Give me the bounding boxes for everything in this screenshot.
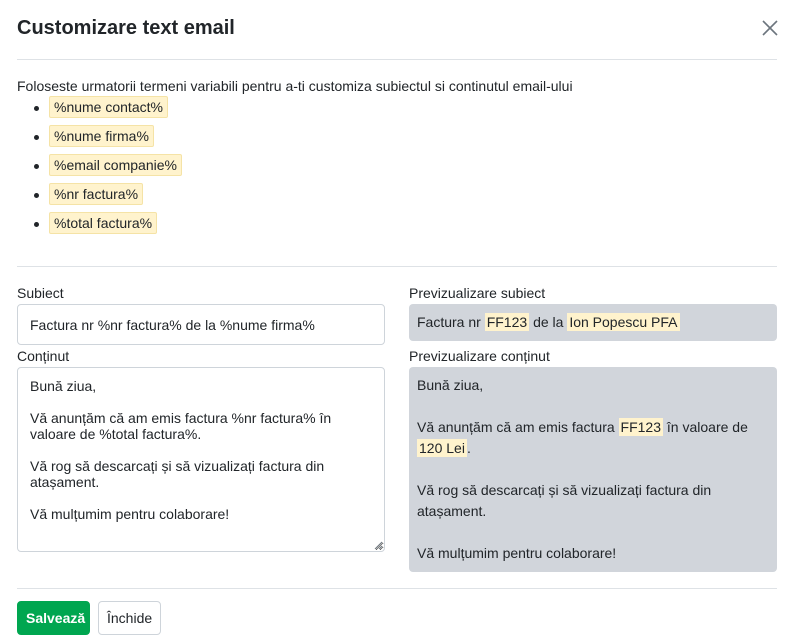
preview-greeting: Bună ziua, — [417, 377, 484, 393]
variable-tag: %total factura% — [49, 212, 158, 234]
variable-item: %nr factura% — [17, 183, 182, 212]
variables-list: %nume contact% %nume firma% %email compa… — [17, 96, 182, 241]
subject-label: Subiect — [17, 285, 64, 301]
subject-preview: Factura nr FF123 de la Ion Popescu PFA — [409, 304, 777, 341]
save-button[interactable]: Salvează — [17, 601, 90, 635]
variable-tag: %nr factura% — [49, 183, 144, 205]
preview-line1-suffix: în valoare de — [666, 419, 748, 435]
content-preview: Bună ziua, Vă anunțăm că am emis factura… — [409, 367, 777, 572]
content-preview-label: Previzualizare conținut — [409, 348, 550, 364]
close-button[interactable]: Închide — [98, 601, 161, 635]
subject-preview-firma: Ion Popescu PFA — [567, 313, 680, 331]
variable-item: %email companie% — [17, 154, 182, 183]
variable-tag: %email companie% — [49, 154, 182, 176]
preview-line-4: atașament. — [417, 503, 487, 519]
section-divider — [17, 266, 777, 267]
preview-total: 120 Lei — [417, 439, 467, 457]
resize-handle-icon[interactable] — [374, 541, 383, 550]
variables-intro: Foloseste urmatorii termeni variabili pe… — [17, 78, 573, 94]
preview-line-2: 120 Lei. — [417, 438, 769, 459]
header-divider — [17, 59, 777, 60]
preview-line2-suffix: . — [466, 440, 471, 456]
variable-tag: %nume contact% — [49, 96, 168, 118]
preview-line-1: Vă anunțăm că am emis factura FF123 în v… — [417, 417, 769, 438]
preview-line1-prefix: Vă anunțăm că am emis factura — [417, 419, 615, 435]
subject-preview-prefix: Factura nr — [417, 314, 481, 330]
variable-item: %nume contact% — [17, 96, 182, 125]
preview-line-5: Vă mulțumim pentru colaborare! — [417, 545, 617, 561]
subject-preview-mid: de la — [533, 314, 564, 330]
subject-input[interactable]: Factura nr %nr factura% de la %nume firm… — [17, 304, 385, 345]
close-icon[interactable] — [760, 18, 780, 38]
content-label: Conținut — [17, 348, 70, 364]
subject-preview-nr: FF123 — [484, 313, 530, 331]
variable-item: %nume firma% — [17, 125, 182, 154]
preview-nr: FF123 — [618, 418, 664, 436]
footer-divider — [17, 588, 777, 589]
subject-preview-label: Previzualizare subiect — [409, 285, 546, 301]
dialog-title: Customizare text email — [17, 17, 235, 39]
variable-item: %total factura% — [17, 212, 182, 241]
dialog-header: Customizare text email — [0, 0, 791, 60]
variable-tag: %nume firma% — [49, 125, 154, 147]
content-textarea[interactable]: Bună ziua, Vă anunțăm că am emis factura… — [17, 367, 385, 552]
preview-line-3: Vă rog să descarcați și să vizualizați f… — [417, 482, 712, 498]
